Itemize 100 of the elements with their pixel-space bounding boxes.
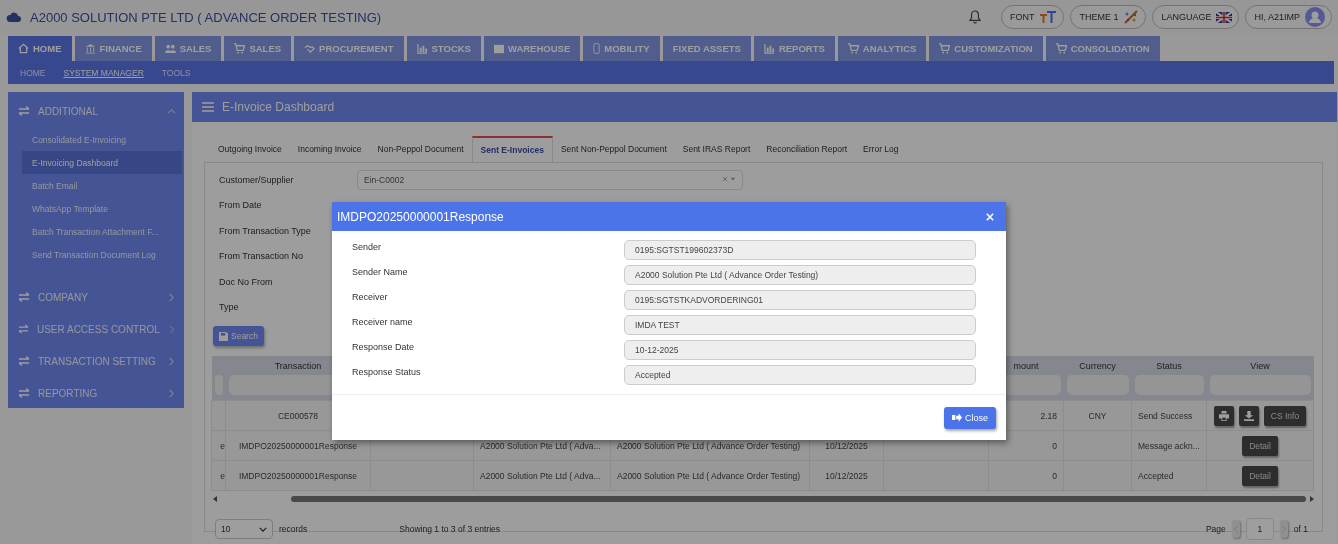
readonly-field[interactable]: 0195:SGTSTKADVORDERING01 (624, 290, 976, 310)
user-button[interactable]: HI, A21IMP (1245, 5, 1332, 29)
table-cell: Accepted (1138, 470, 1174, 481)
tab[interactable]: Incoming Invoice (289, 136, 370, 162)
select-field[interactable]: Ein-C0002 (357, 169, 743, 190)
field-label: From Transaction No (218, 251, 305, 262)
sidebar-item[interactable]: WhatsApp Template (22, 197, 182, 220)
chevron-right-icon (167, 324, 176, 334)
nav-tab[interactable]: STOCKS (406, 36, 481, 61)
nav-tab[interactable]: HOME (8, 36, 72, 61)
close-icon[interactable] (986, 212, 994, 221)
table-cell: CE000578 (277, 410, 319, 421)
tab[interactable]: Sent Non-Peppol Document (552, 136, 675, 162)
chevron-right-icon (167, 388, 176, 398)
table-cell: 0 (1052, 470, 1057, 481)
caret-icon (259, 526, 267, 532)
sidebar-section[interactable]: ADDITIONAL (8, 96, 184, 126)
nav-tab[interactable]: SALES (224, 36, 292, 61)
cart-icon (234, 43, 246, 54)
readonly-field[interactable]: Accepted (624, 365, 976, 385)
bar-chart-icon (416, 43, 428, 54)
nav-tab[interactable]: FINANCE (74, 36, 152, 61)
nav-tab[interactable]: SALES (154, 36, 222, 61)
readonly-field[interactable]: A2000 Solution Pte Ltd ( Advance Order Testing) (624, 265, 976, 285)
readonly-field[interactable]: 10-12-2025 (624, 340, 976, 360)
table-cell: 0 (1052, 440, 1057, 451)
nav-tab[interactable]: ANALYTICS (837, 36, 927, 61)
nav-tab[interactable]: MOBILITY (583, 36, 660, 61)
column-header: mount (1013, 361, 1039, 371)
view-button[interactable]: Detail (1242, 465, 1278, 486)
font-button[interactable]: FONT (1000, 5, 1065, 29)
sidebar-section[interactable]: TRANSACTION SETTING (8, 346, 184, 376)
nav-tab[interactable]: PROCUREMENT (294, 36, 404, 61)
records-label: records (279, 524, 308, 534)
page-size-select[interactable]: 10 (215, 519, 273, 539)
field-label: From Transaction Type (218, 225, 312, 236)
sub-nav-link[interactable]: SYSTEM MANAGER (57, 67, 150, 78)
table-cell: CNY (1088, 410, 1107, 421)
panel-title: E-Invoice Dashboard (222, 100, 335, 114)
close-button[interactable]: Close (944, 406, 996, 429)
search-button[interactable]: Search (213, 326, 264, 346)
nav-tab[interactable]: WAREHOUSE (483, 36, 581, 61)
swap-icon (18, 356, 30, 366)
readonly-field[interactable]: 0195:SGTST199602373D (624, 240, 976, 260)
cart-icon (1055, 43, 1067, 54)
chevron-right-icon (1281, 526, 1286, 532)
bell-icon[interactable] (968, 10, 981, 24)
people-icon (164, 43, 176, 54)
sidebar-section[interactable]: COMPANY (8, 282, 184, 312)
sub-nav-link[interactable]: TOOLS (155, 67, 197, 78)
swap-icon (18, 292, 30, 302)
table-cell: IMDPO20250000001Response (238, 470, 358, 481)
sidebar-item[interactable]: E-Invoicing Dashboard (22, 151, 182, 174)
nav-tab[interactable]: FIXED ASSETS (662, 36, 751, 61)
page-label: Page (1205, 524, 1226, 534)
language-button[interactable]: LANGUAGE (1152, 5, 1240, 29)
sidebar-section[interactable]: REPORTING (8, 378, 184, 408)
print-button[interactable] (1213, 405, 1234, 426)
tab[interactable]: Non-Peppol Document (369, 136, 472, 162)
readonly-field[interactable]: IMDA TEST (624, 315, 976, 335)
cart-icon (939, 43, 951, 54)
tab[interactable]: Outgoing Invoice (210, 136, 290, 162)
tab[interactable]: Sent IRAS Report (674, 136, 759, 162)
table-cell: A2000 Solution Pte Ltd ( Advance Order Testing) (617, 470, 801, 481)
view-button[interactable]: Detail (1242, 435, 1278, 456)
sidebar-item[interactable]: Batch Email (22, 174, 182, 197)
sub-nav-link[interactable]: HOME (14, 67, 52, 78)
swap-icon (18, 324, 29, 334)
field-label: Response Date (352, 341, 416, 352)
nav-tab[interactable]: REPORTS (753, 36, 835, 61)
save-icon (219, 331, 228, 341)
sidebar-item[interactable]: Send Transaction Document Log (22, 243, 182, 266)
field-label: Sender Name (352, 266, 409, 277)
sidebar-section[interactable]: USER ACCESS CONTROL (8, 314, 184, 344)
avatar-icon (1305, 7, 1325, 27)
menu-icon[interactable] (202, 102, 214, 112)
sidebar-item[interactable]: Batch Transaction Attachment F... (22, 220, 182, 243)
palette-icon (1123, 9, 1140, 25)
tab[interactable]: Sent E-Invoices (471, 136, 553, 162)
chevron-left-icon (1233, 526, 1238, 532)
home-icon (18, 43, 29, 54)
table-cell: Message ackn... (1138, 440, 1200, 451)
theme-button[interactable]: THEME 1 (1070, 5, 1147, 29)
download-button[interactable] (1238, 405, 1259, 426)
page-number-field[interactable]: 1 (1245, 518, 1274, 540)
tab[interactable]: Reconciliation Report (758, 136, 856, 162)
table-cell: 10/12/2025 (825, 440, 868, 451)
sidebar-item[interactable]: Consolidated E-Invoicing (22, 128, 182, 151)
page-total: of 1 (1293, 524, 1308, 534)
grid-icon (493, 43, 504, 54)
nav-tab[interactable]: CUSTOMIZATION (929, 36, 1043, 61)
cart-icon (847, 43, 859, 54)
table-cell: A2000 Solution Pte Ltd ( Advance Order Testing) (617, 440, 801, 451)
field-label: Receiver name (352, 316, 414, 327)
field-label: Sender (352, 241, 383, 252)
view-button[interactable]: CS Info (1263, 405, 1307, 426)
field-label: Receiver (352, 291, 389, 302)
column-header: Transaction (274, 361, 322, 371)
tab[interactable]: Error Log (855, 136, 907, 162)
nav-tab[interactable]: CONSOLIDATION (1045, 36, 1160, 61)
